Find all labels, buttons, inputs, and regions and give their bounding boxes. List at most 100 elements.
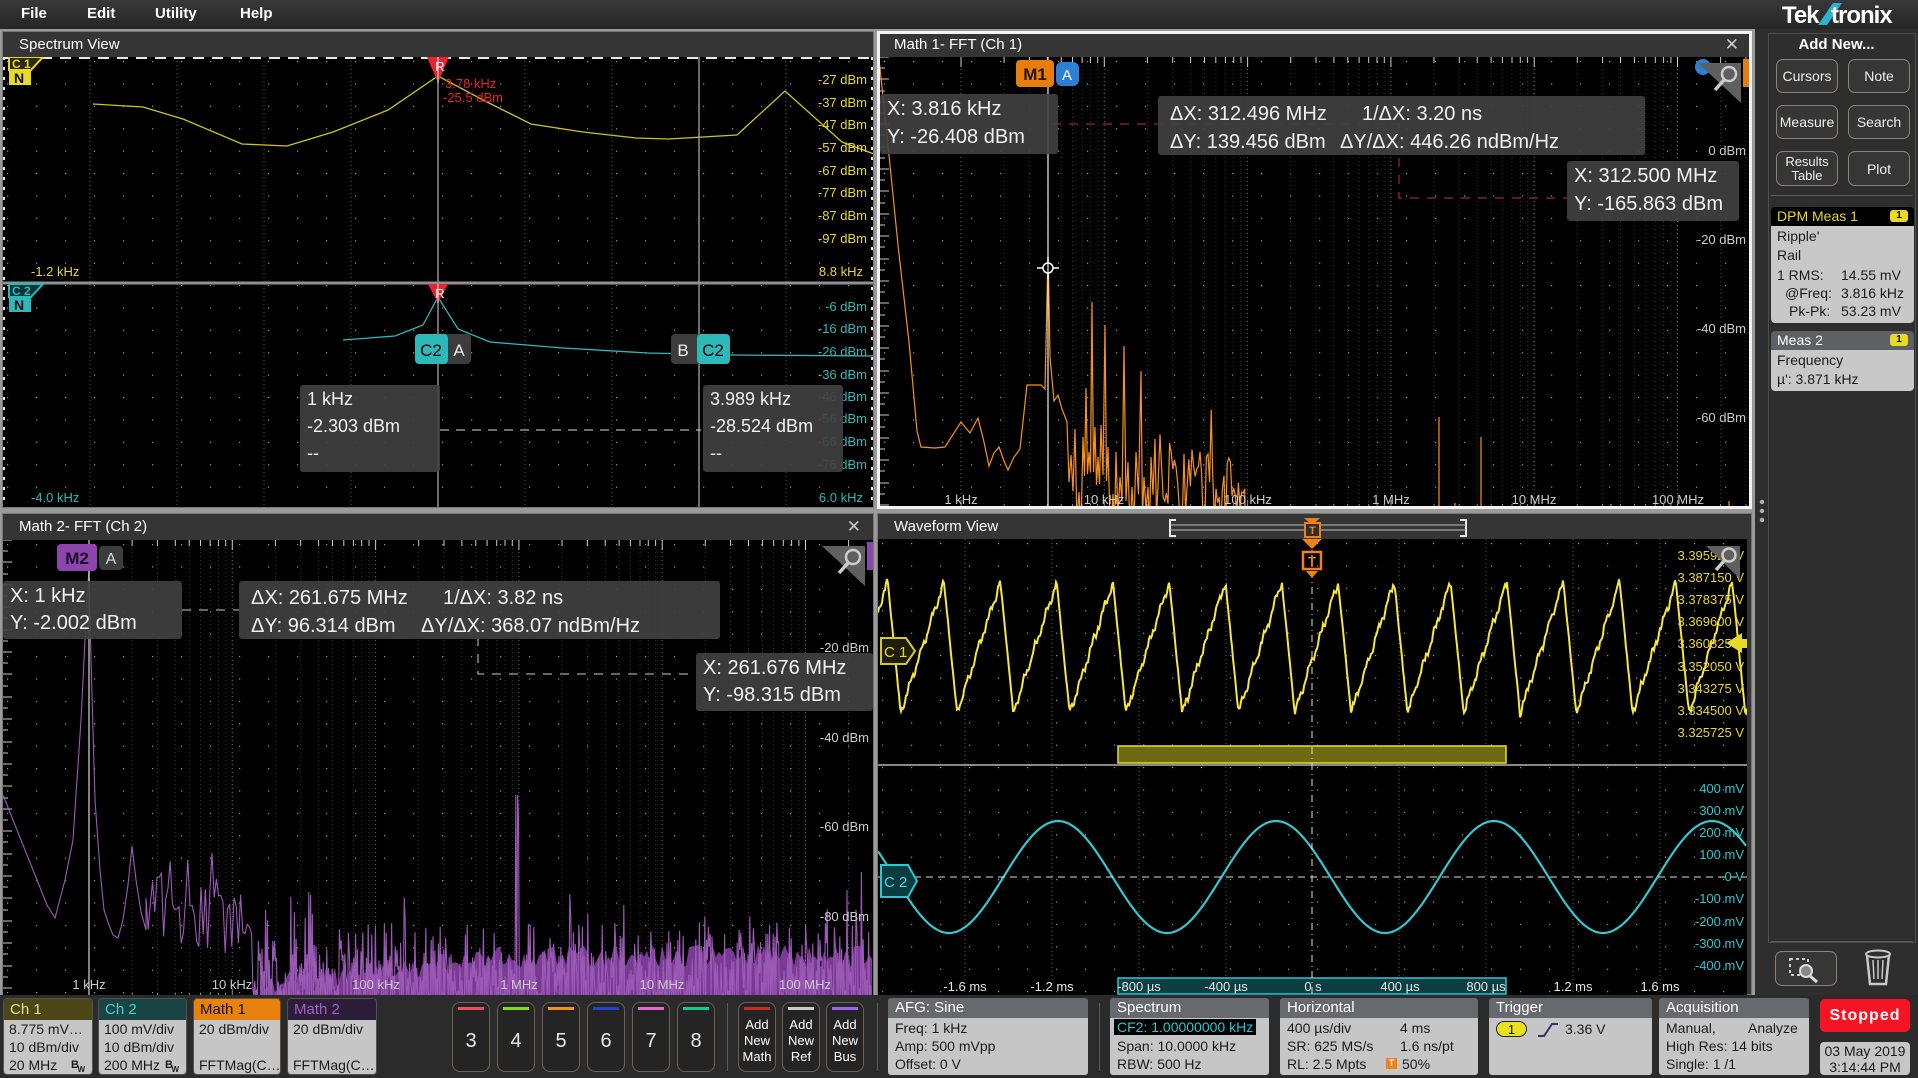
- svg-text:Y: -2.002 dBm: Y: -2.002 dBm: [10, 612, 137, 634]
- svg-text:3.989 kHz: 3.989 kHz: [710, 389, 791, 409]
- svg-text:-60 dBm: -60 dBm: [820, 819, 869, 834]
- svg-text:ΔY: 139.456 dBm: ΔY: 139.456 dBm: [1170, 131, 1326, 153]
- svg-text:-37 dBm: -37 dBm: [818, 95, 867, 110]
- svg-text:-300 mV: -300 mV: [1695, 936, 1744, 951]
- svg-text:-67 dBm: -67 dBm: [818, 163, 867, 178]
- svg-text:C2: C2: [420, 341, 442, 360]
- svg-text:400 µs: 400 µs: [1380, 979, 1420, 994]
- svg-text:A: A: [1062, 67, 1072, 84]
- svg-text:A: A: [106, 551, 117, 568]
- svg-text:A: A: [453, 341, 465, 360]
- svg-text:-27 dBm: -27 dBm: [818, 72, 867, 87]
- svg-text:-1.6 ms: -1.6 ms: [943, 979, 987, 994]
- svg-text:R: R: [435, 59, 444, 74]
- svg-text:ΔY/ΔX: 368.07 ndBm/Hz: ΔY/ΔX: 368.07 ndBm/Hz: [421, 615, 640, 637]
- svg-text:X: 3.816 kHz: X: 3.816 kHz: [887, 98, 1002, 120]
- svg-text:0 V: 0 V: [1724, 869, 1744, 884]
- svg-text:400 mV: 400 mV: [1699, 781, 1744, 796]
- svg-text:1/ΔX: 3.82 ns: 1/ΔX: 3.82 ns: [443, 587, 563, 609]
- svg-text:-100 mV: -100 mV: [1695, 891, 1744, 906]
- svg-text:10 kHz: 10 kHz: [212, 977, 252, 992]
- svg-text:Tek: Tek: [1782, 2, 1820, 29]
- svg-text:--: --: [710, 443, 722, 463]
- svg-text:-80 dBm: -80 dBm: [820, 909, 869, 924]
- svg-text:-800 µs: -800 µs: [1117, 979, 1161, 994]
- svg-text:8.8 kHz: 8.8 kHz: [819, 264, 863, 279]
- svg-text:-400 µs: -400 µs: [1204, 979, 1248, 994]
- svg-text:-28.524 dBm: -28.524 dBm: [710, 416, 813, 436]
- svg-text:N: N: [14, 297, 24, 313]
- svg-text:3.360825 V: 3.360825 V: [1677, 636, 1744, 651]
- svg-text:300 mV: 300 mV: [1699, 803, 1744, 818]
- svg-text:1 kHz: 1 kHz: [307, 389, 353, 409]
- svg-text:-60 dBm: -60 dBm: [1697, 410, 1746, 425]
- svg-text:-2.303 dBm: -2.303 dBm: [307, 416, 400, 436]
- svg-text:R: R: [435, 286, 444, 301]
- svg-text:-40 dBm: -40 dBm: [1697, 321, 1746, 336]
- svg-text:-200 mV: -200 mV: [1695, 914, 1744, 929]
- svg-text:-97 dBm: -97 dBm: [818, 231, 867, 246]
- svg-text:T: T: [1308, 554, 1316, 569]
- svg-text:3.78 kHz: 3.78 kHz: [445, 76, 496, 91]
- svg-text:X: 1 kHz: X: 1 kHz: [10, 585, 86, 607]
- svg-text:-40 dBm: -40 dBm: [820, 730, 869, 745]
- svg-text:3.334500 V: 3.334500 V: [1677, 703, 1744, 718]
- svg-text:-26 dBm: -26 dBm: [818, 344, 867, 359]
- svg-text:N: N: [14, 70, 24, 86]
- svg-text:1 MHz: 1 MHz: [500, 977, 538, 992]
- svg-text:1 kHz: 1 kHz: [72, 977, 105, 992]
- svg-text:10 MHz: 10 MHz: [640, 977, 685, 992]
- svg-text:-20 dBm: -20 dBm: [820, 640, 869, 655]
- svg-text:C 2: C 2: [884, 874, 907, 891]
- svg-text:B: B: [677, 341, 688, 360]
- svg-text:100 MHz: 100 MHz: [1652, 492, 1704, 506]
- svg-text:C 1: C 1: [12, 57, 31, 71]
- svg-text:-400 mV: -400 mV: [1695, 958, 1744, 973]
- svg-text:ΔY/ΔX: 446.26 ndBm/Hz: ΔY/ΔX: 446.26 ndBm/Hz: [1340, 131, 1559, 153]
- svg-text:-77 dBm: -77 dBm: [818, 185, 867, 200]
- svg-text:Y: -165.863 dBm: Y: -165.863 dBm: [1574, 193, 1723, 215]
- svg-text:1 MHz: 1 MHz: [1372, 492, 1410, 506]
- svg-text:-4.0 kHz: -4.0 kHz: [31, 490, 79, 505]
- svg-text:6.0 kHz: 6.0 kHz: [819, 490, 863, 505]
- svg-text:X: 261.676 MHz: X: 261.676 MHz: [703, 657, 846, 679]
- svg-text:ΔY: 96.314 dBm: ΔY: 96.314 dBm: [251, 615, 396, 637]
- svg-text:1 kHz: 1 kHz: [944, 492, 977, 506]
- svg-text:10 MHz: 10 MHz: [1512, 492, 1557, 506]
- svg-text:M1: M1: [1023, 65, 1047, 84]
- svg-text:0 s: 0 s: [1304, 979, 1322, 994]
- svg-text:10 kHz: 10 kHz: [1084, 492, 1124, 506]
- svg-text:3.369600 V: 3.369600 V: [1677, 614, 1744, 629]
- svg-text:1.2 ms: 1.2 ms: [1553, 979, 1593, 994]
- svg-text:100 kHz: 100 kHz: [1224, 492, 1272, 506]
- svg-text:-36 dBm: -36 dBm: [818, 367, 867, 382]
- svg-text:-1.2 ms: -1.2 ms: [1030, 979, 1074, 994]
- svg-text:Y: -98.315 dBm: Y: -98.315 dBm: [703, 684, 841, 706]
- svg-text:3.352050 V: 3.352050 V: [1677, 659, 1744, 674]
- svg-text:C 1: C 1: [884, 644, 907, 661]
- svg-text:-6 dBm: -6 dBm: [825, 299, 867, 314]
- svg-text:800 µs: 800 µs: [1466, 979, 1506, 994]
- svg-text:ΔX: 261.675 MHz: ΔX: 261.675 MHz: [251, 587, 408, 609]
- svg-text:3.325725 V: 3.325725 V: [1677, 725, 1744, 740]
- svg-text:-87 dBm: -87 dBm: [818, 208, 867, 223]
- svg-text:-25.5 dBm: -25.5 dBm: [443, 90, 503, 105]
- svg-text:100 kHz: 100 kHz: [352, 977, 400, 992]
- svg-text:3.378375 V: 3.378375 V: [1677, 592, 1744, 607]
- svg-text:0 dBm: 0 dBm: [1708, 143, 1746, 158]
- svg-text:200 mV: 200 mV: [1699, 825, 1744, 840]
- svg-text:-57 dBm: -57 dBm: [818, 140, 867, 155]
- svg-text:tronix: tronix: [1831, 2, 1893, 29]
- svg-text:-20 dBm: -20 dBm: [1697, 232, 1746, 247]
- svg-text:C2: C2: [702, 341, 724, 360]
- svg-text:M2: M2: [65, 549, 89, 568]
- svg-text:T: T: [1309, 525, 1316, 537]
- svg-text:3.343275 V: 3.343275 V: [1677, 681, 1744, 696]
- svg-text:100 mV: 100 mV: [1699, 847, 1744, 862]
- svg-text:X: 312.500 MHz: X: 312.500 MHz: [1574, 165, 1717, 187]
- svg-text:--: --: [307, 443, 319, 463]
- svg-text:1.6 ms: 1.6 ms: [1640, 979, 1680, 994]
- svg-text:1/ΔX: 3.20 ns: 1/ΔX: 3.20 ns: [1362, 103, 1482, 125]
- svg-text:-1.2 kHz: -1.2 kHz: [31, 264, 79, 279]
- svg-text:-47 dBm: -47 dBm: [818, 117, 867, 132]
